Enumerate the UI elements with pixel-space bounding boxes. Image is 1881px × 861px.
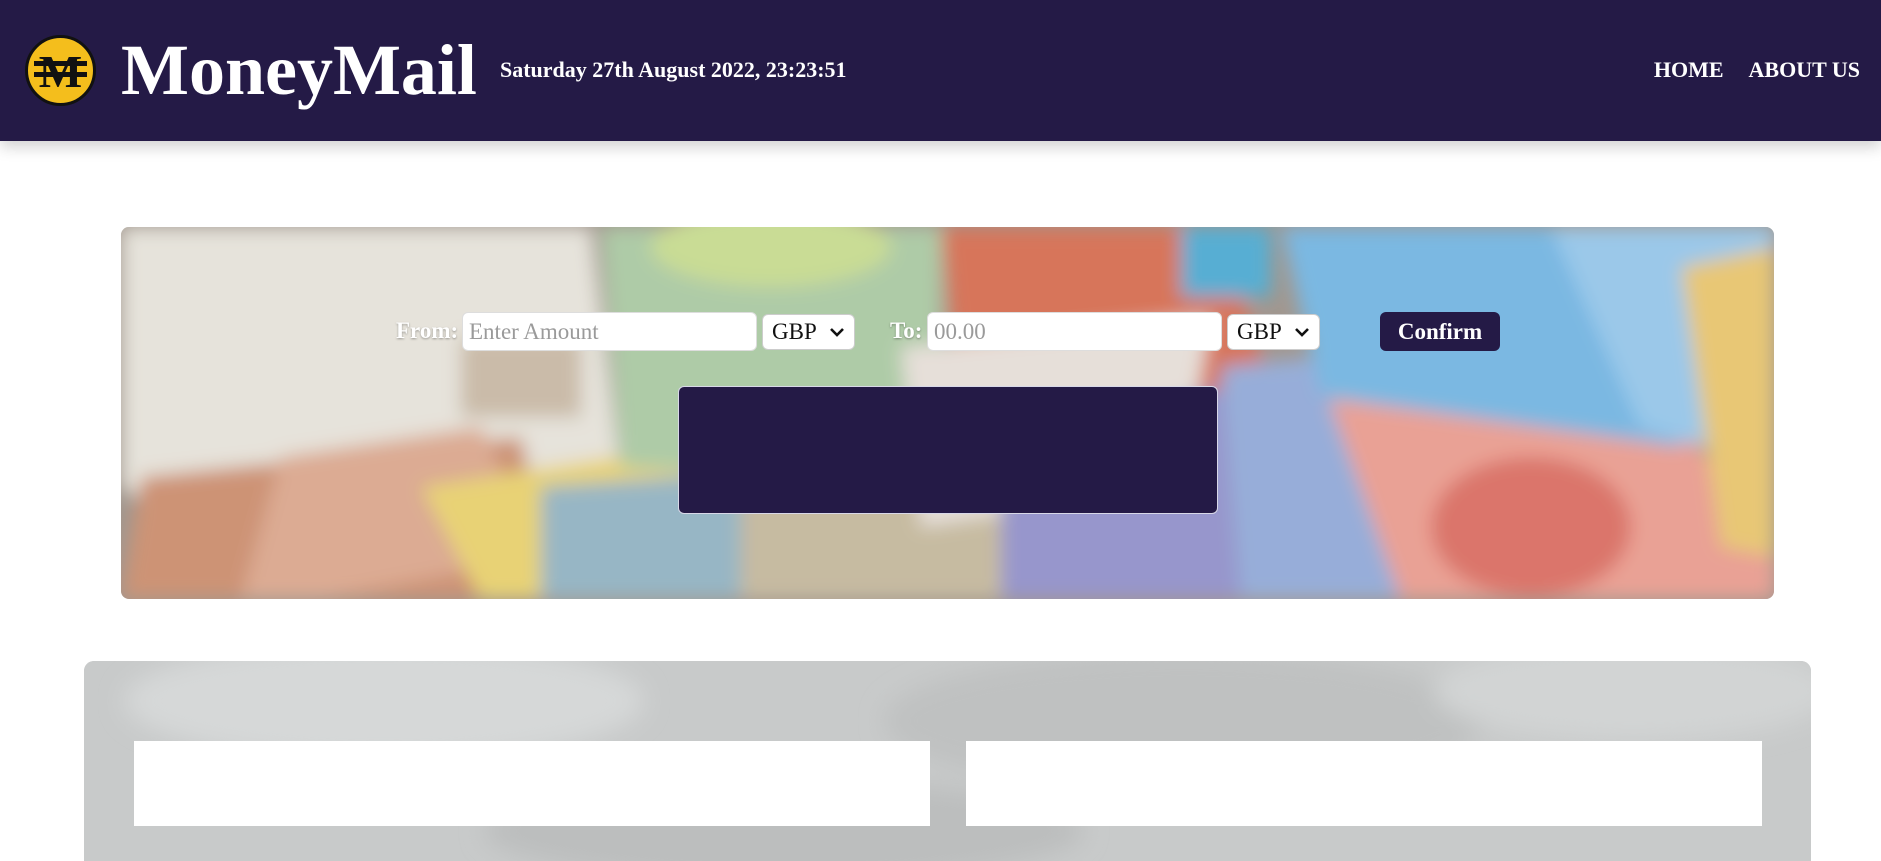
from-label: From:: [396, 318, 459, 343]
from-currency-value: GBP: [772, 319, 817, 344]
info-card-right: [966, 741, 1762, 826]
from-amount-input[interactable]: [462, 312, 757, 351]
nav-home-link[interactable]: HOME: [1654, 56, 1724, 84]
from-currency-select[interactable]: GBP: [762, 314, 855, 350]
site-header: M MoneyMail Saturday 27th August 2022, 2…: [0, 0, 1881, 141]
logo-glyph: M: [34, 46, 87, 97]
to-currency-select[interactable]: GBP: [1227, 314, 1320, 350]
nav-about-us-link[interactable]: ABOUT US: [1749, 56, 1860, 84]
chevron-down-icon: [830, 328, 844, 337]
to-currency-value: GBP: [1237, 319, 1282, 344]
brand-name[interactable]: MoneyMail: [121, 26, 477, 114]
currency-converter-panel: From: GBP To: GBP Confirm: [121, 227, 1774, 599]
info-panel: [84, 661, 1811, 861]
to-amount-input[interactable]: [927, 312, 1222, 351]
info-card-left: [134, 741, 930, 826]
main-nav: HOME ABOUT US: [1654, 56, 1860, 84]
confirm-button[interactable]: Confirm: [1380, 312, 1500, 351]
chevron-down-icon: [1295, 328, 1309, 337]
to-label: To:: [890, 318, 923, 343]
conversion-result-box: [678, 386, 1218, 514]
moneymail-logo-icon[interactable]: M: [25, 35, 96, 106]
svg-text:M: M: [39, 46, 82, 97]
current-datetime: Saturday 27th August 2022, 23:23:51: [500, 57, 847, 82]
